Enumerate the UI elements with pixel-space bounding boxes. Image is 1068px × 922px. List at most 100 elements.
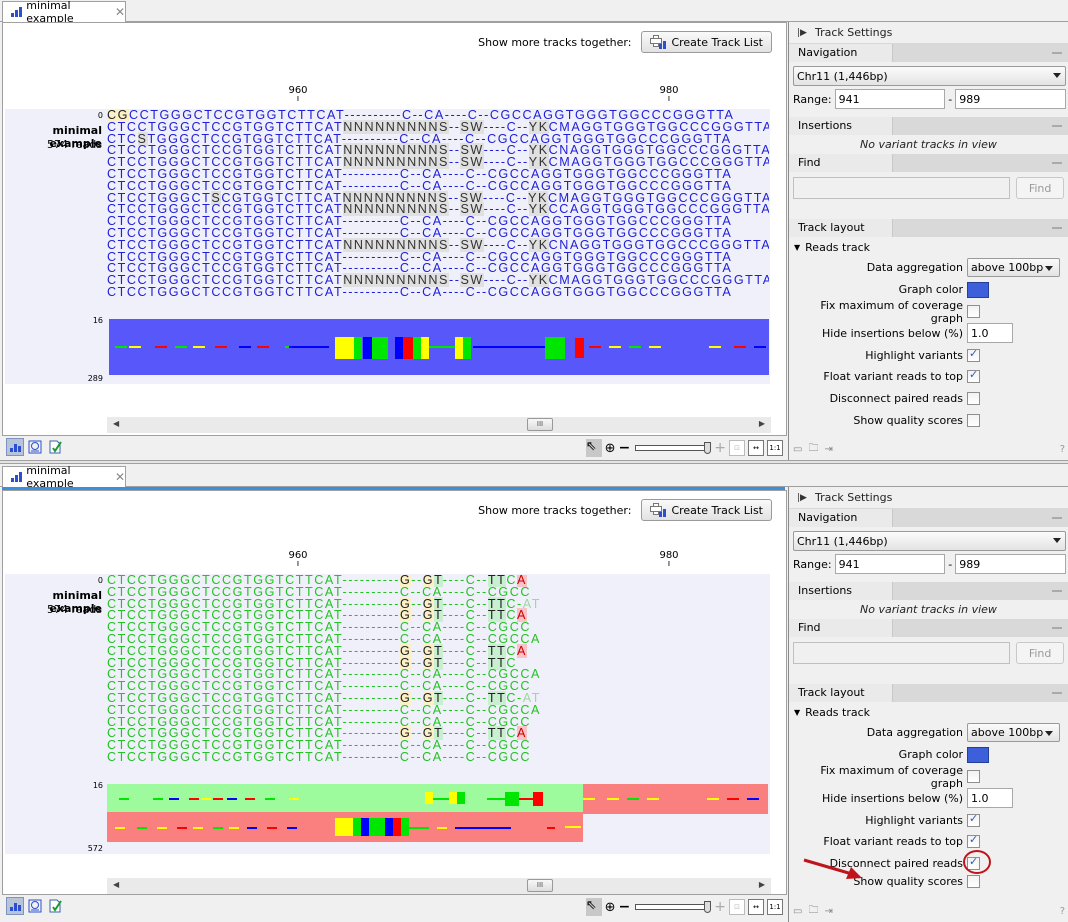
- find-button[interactable]: Find: [1016, 642, 1064, 664]
- collapse-panel-icon[interactable]: |▶: [797, 28, 807, 38]
- insertions-section[interactable]: Insertions: [789, 117, 1068, 135]
- minimize-icon[interactable]: [1052, 692, 1062, 694]
- fix-max-checkbox[interactable]: [967, 769, 980, 783]
- folder-icon[interactable]: 🗀: [808, 903, 818, 920]
- zoom-slider[interactable]: [635, 442, 712, 454]
- read-segment: [169, 798, 179, 800]
- find-section[interactable]: Find: [789, 154, 1068, 172]
- zoom-to-base-icon[interactable]: 1:1: [767, 440, 783, 456]
- zoom-in-mode-icon[interactable]: ⊕: [605, 441, 616, 456]
- create-track-list-button[interactable]: Create Track List: [641, 499, 772, 521]
- zoom-to-selection-icon[interactable]: ⊡: [729, 899, 745, 915]
- zoom-out-icon[interactable]: −: [619, 440, 631, 456]
- annotation-arrow-icon: [803, 858, 862, 879]
- float-variant-checkbox[interactable]: [967, 833, 980, 849]
- tab-minimal-example[interactable]: minimal example ✕: [2, 0, 126, 25]
- scroll-thumb[interactable]: III: [527, 879, 553, 892]
- zoom-in-mode-icon[interactable]: ⊕: [605, 900, 616, 915]
- history-view-button[interactable]: [26, 897, 44, 915]
- close-icon[interactable]: ✕: [115, 470, 125, 484]
- collapse-all-icon[interactable]: ▭: [793, 444, 802, 455]
- track-layout-section[interactable]: Track layout: [789, 684, 1068, 702]
- track-settings-header[interactable]: |▶ Track Settings: [789, 22, 1068, 44]
- highlight-variants-checkbox[interactable]: [967, 812, 980, 827]
- range-from-input[interactable]: 941: [834, 554, 946, 574]
- zoom-slider-knob[interactable]: [704, 901, 712, 913]
- zoom-slider[interactable]: [635, 901, 712, 913]
- find-input[interactable]: [793, 642, 1011, 664]
- insertions-section[interactable]: Insertions: [789, 582, 1068, 600]
- show-quality-checkbox[interactable]: [967, 875, 980, 889]
- dock-icon[interactable]: ⇥: [824, 444, 832, 455]
- show-quality-checkbox[interactable]: [967, 413, 980, 427]
- scroll-right-icon[interactable]: ▶: [759, 880, 765, 889]
- help-icon[interactable]: ?: [1060, 444, 1065, 455]
- collapse-panel-icon[interactable]: |▶: [797, 493, 807, 503]
- chromosome-select[interactable]: Chr11 (1,446bp): [793, 531, 1066, 551]
- zoom-in-icon[interactable]: +: [714, 899, 726, 915]
- minimize-icon[interactable]: [1052, 627, 1062, 629]
- annotation-view-button[interactable]: [46, 897, 64, 915]
- minimize-icon[interactable]: [1052, 227, 1062, 229]
- select-mode-icon[interactable]: ⇖: [585, 439, 602, 457]
- track-view-button[interactable]: [6, 897, 24, 915]
- range-to-input[interactable]: 989: [955, 89, 1066, 109]
- fix-max-checkbox[interactable]: [967, 304, 980, 318]
- minimize-icon[interactable]: [1052, 517, 1062, 519]
- zoom-to-selection-icon[interactable]: ⊡: [729, 440, 745, 456]
- help-icon[interactable]: ?: [1060, 906, 1065, 917]
- find-button[interactable]: Find: [1016, 177, 1064, 199]
- zoom-to-base-icon[interactable]: 1:1: [767, 899, 783, 915]
- dock-icon[interactable]: ⇥: [824, 906, 832, 917]
- hide-insertions-input[interactable]: 1.0: [967, 323, 1013, 344]
- reads-track-group[interactable]: ▼ Reads track: [789, 702, 1068, 722]
- history-view-button[interactable]: [26, 438, 44, 456]
- annotation-view-button[interactable]: [46, 438, 64, 456]
- graph-color-swatch[interactable]: [967, 746, 989, 763]
- chromosome-select[interactable]: Chr11 (1,446bp): [793, 66, 1066, 86]
- find-section[interactable]: Find: [789, 619, 1068, 637]
- horizontal-scrollbar[interactable]: ◀ III ▶: [107, 878, 771, 894]
- track-view-button[interactable]: [6, 438, 24, 456]
- read-row[interactable]: CTCCTGGGCTCCGTGGTCTTCAT----------C--CA--…: [107, 286, 769, 299]
- disconnect-checkbox[interactable]: [967, 392, 980, 406]
- hide-insertions-input[interactable]: 1.0: [967, 788, 1013, 809]
- graph-color-swatch[interactable]: [967, 281, 989, 298]
- reads-alignment[interactable]: CTCCTGGGCTCCGTGGTCTTCAT----------G--GT--…: [107, 575, 769, 780]
- scroll-thumb[interactable]: III: [527, 418, 553, 431]
- minimize-icon[interactable]: [1052, 52, 1062, 54]
- zoom-out-icon[interactable]: −: [619, 899, 631, 915]
- navigation-section[interactable]: Navigation: [789, 509, 1068, 527]
- zoom-to-fit-icon[interactable]: ↔: [748, 440, 764, 456]
- horizontal-scrollbar[interactable]: ◀ III ▶: [107, 417, 771, 433]
- navigation-section[interactable]: Navigation: [789, 44, 1068, 62]
- zoom-to-fit-icon[interactable]: ↔: [748, 899, 764, 915]
- read-row[interactable]: CTCCTGGGCTCCGTGGTCTTCAT----------C--CA--…: [107, 751, 769, 764]
- minimize-icon[interactable]: [1052, 162, 1062, 164]
- tab-minimal-example[interactable]: minimal example ✕: [2, 464, 126, 490]
- float-variant-checkbox[interactable]: [967, 368, 980, 384]
- create-track-list-button[interactable]: Create Track List: [641, 31, 772, 53]
- range-to-input[interactable]: 989: [955, 554, 1066, 574]
- range-from-input[interactable]: 941: [834, 89, 946, 109]
- zoom-slider-knob[interactable]: [704, 442, 712, 454]
- data-aggregation-select[interactable]: above 100bp: [967, 258, 1060, 278]
- pane-divider[interactable]: [0, 460, 1068, 464]
- minimize-icon[interactable]: [1052, 590, 1062, 592]
- track-layout-section[interactable]: Track layout: [789, 219, 1068, 237]
- close-icon[interactable]: ✕: [115, 5, 125, 19]
- collapse-all-icon[interactable]: ▭: [793, 906, 802, 917]
- find-input[interactable]: [793, 177, 1011, 199]
- folder-icon[interactable]: 🗀: [808, 441, 818, 458]
- track-settings-header[interactable]: |▶ Track Settings: [789, 487, 1068, 509]
- scroll-left-icon[interactable]: ◀: [113, 419, 119, 428]
- reads-track-group[interactable]: ▼ Reads track: [789, 237, 1068, 257]
- scroll-right-icon[interactable]: ▶: [759, 419, 765, 428]
- reads-alignment[interactable]: CGCCTGGGCTCCGTGGTCTTCAT----------C--CA--…: [107, 110, 769, 315]
- zoom-in-icon[interactable]: +: [714, 440, 726, 456]
- scroll-left-icon[interactable]: ◀: [113, 880, 119, 889]
- minimize-icon[interactable]: [1052, 125, 1062, 127]
- highlight-variants-checkbox[interactable]: [967, 347, 980, 362]
- data-aggregation-select[interactable]: above 100bp: [967, 723, 1060, 743]
- select-mode-icon[interactable]: ⇖: [585, 898, 602, 916]
